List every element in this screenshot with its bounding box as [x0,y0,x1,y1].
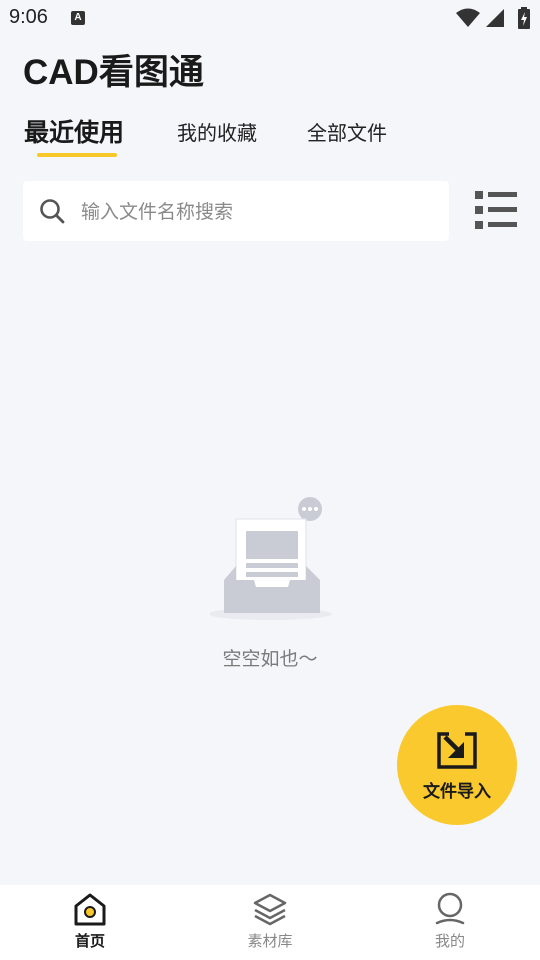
notification-glyph: A [74,12,82,23]
nav-item-home[interactable]: 首页 [0,885,180,960]
list-icon [475,191,517,229]
nav-label-material-library: 素材库 [247,932,293,950]
nav-item-me[interactable]: 我的 [360,885,540,960]
signal-icon [486,9,504,27]
search-box[interactable] [23,181,449,241]
active-tab-indicator [37,153,117,157]
list-view-button[interactable] [474,188,518,232]
status-time: 9:06 [9,6,48,28]
nav-label-home: 首页 [74,932,105,950]
file-import-button[interactable]: 文件导入 [397,705,517,825]
wifi-icon [456,8,480,27]
tab-favorites[interactable]: 我的收藏 [177,110,257,156]
search-input[interactable] [79,193,443,231]
keyboard-notification-icon: A [71,11,85,25]
nav-label-me: 我的 [434,932,465,950]
app-title: CAD看图通 [23,53,204,92]
status-bar: 9:06 A [0,0,540,36]
nav-item-material-library[interactable]: 素材库 [180,885,360,960]
import-icon [437,732,477,769]
empty-box-illustration [210,497,332,620]
layers-icon [253,893,287,926]
tab-all-files[interactable]: 全部文件 [307,110,387,156]
tab-bar: 最近使用 我的收藏 全部文件 [0,110,540,166]
empty-state-message: 空空如也～ [222,648,318,670]
tab-recent[interactable]: 最近使用 [24,110,124,156]
battery-icon [518,7,530,29]
home-icon [74,893,106,926]
profile-icon [435,892,465,925]
file-import-label: 文件导入 [423,782,491,802]
bottom-nav: 首页 素材库 我的 [0,885,540,960]
search-icon [40,199,65,224]
